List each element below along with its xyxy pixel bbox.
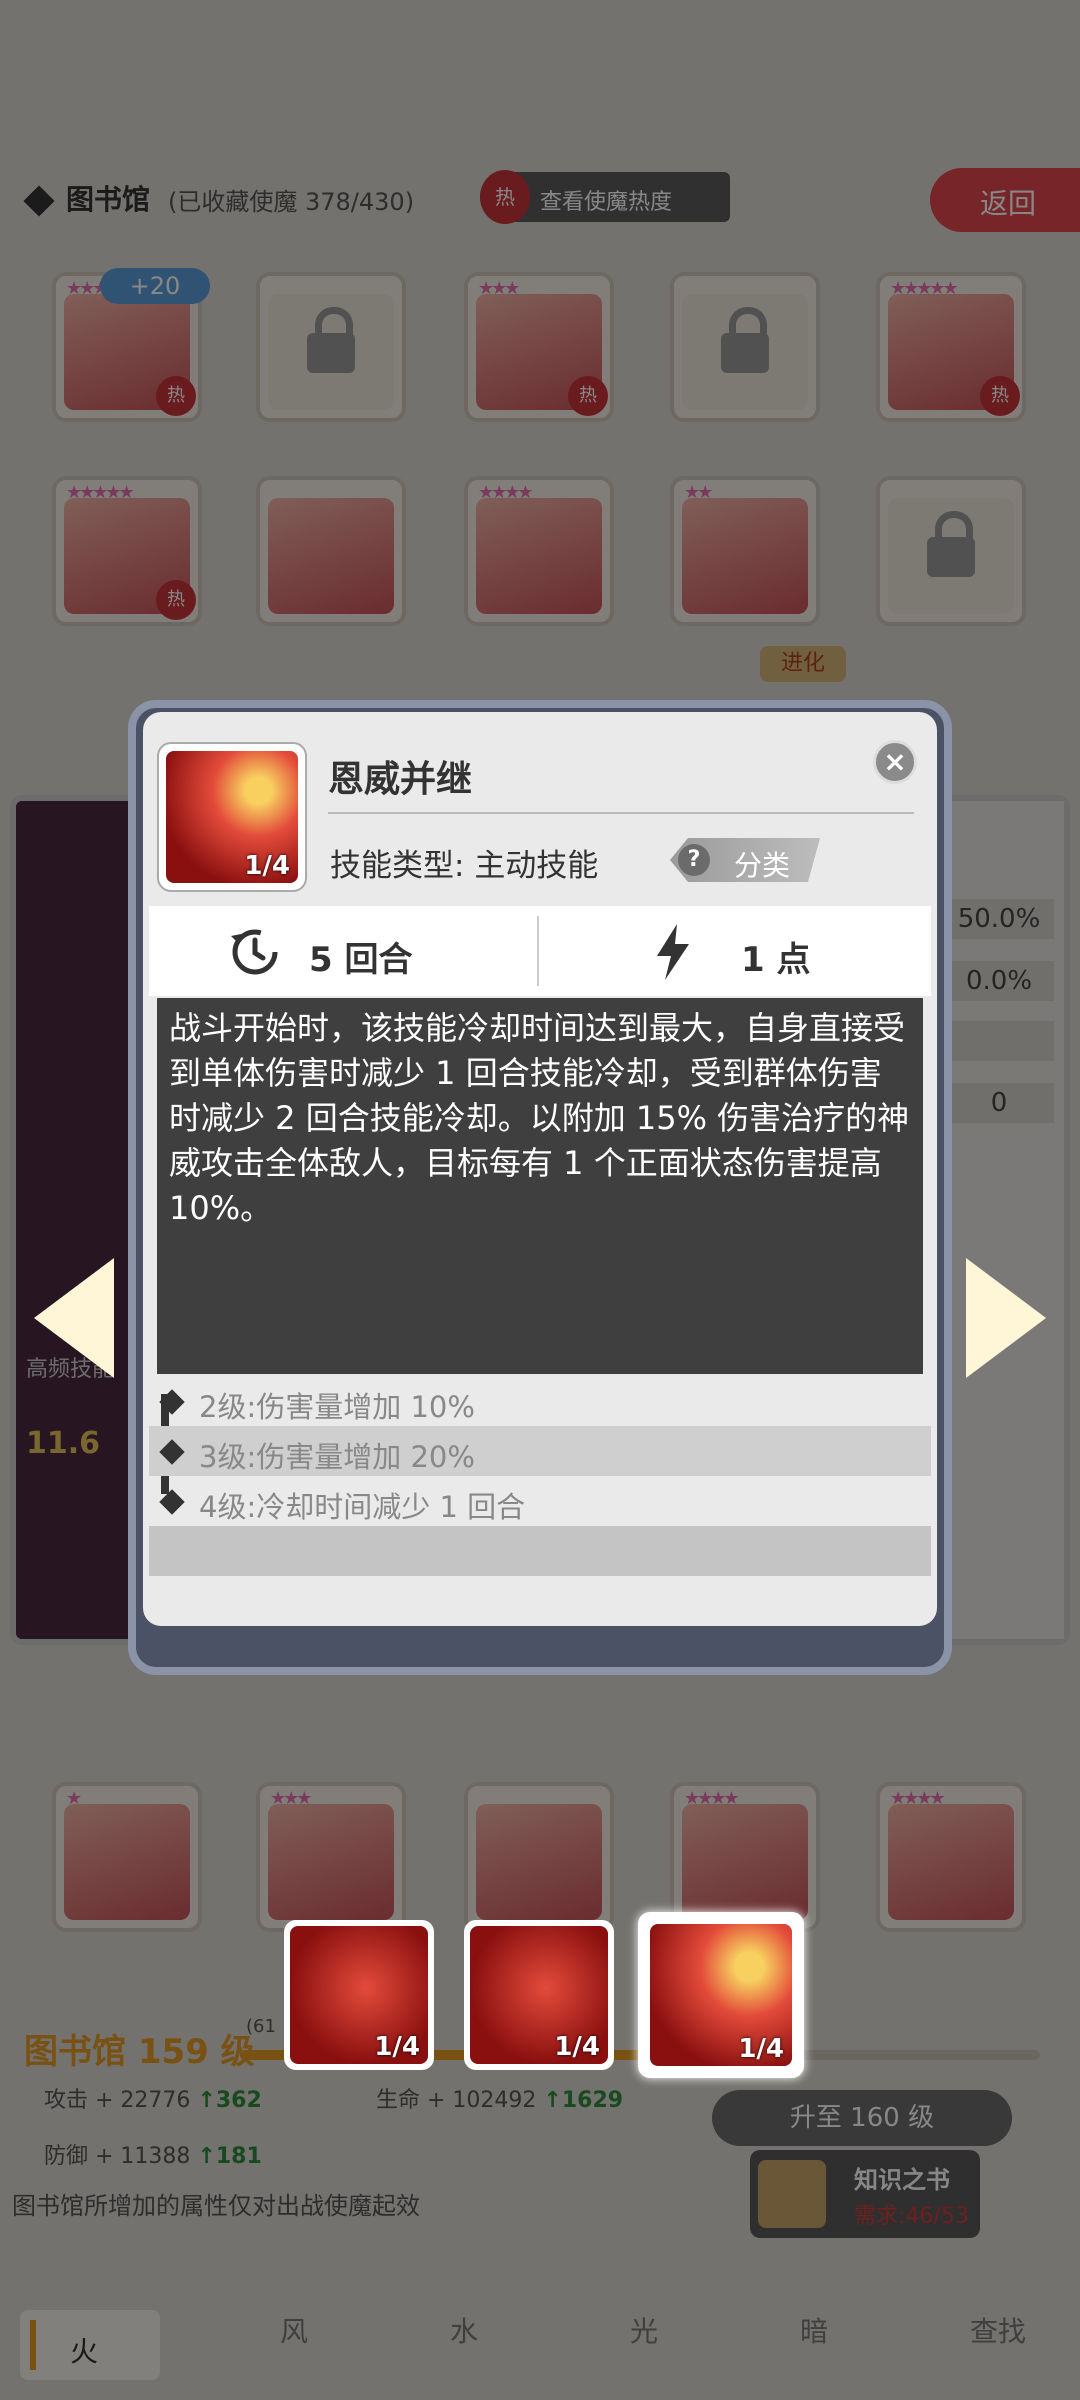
- level-row: 2级:伤害量增加 10%: [149, 1376, 931, 1426]
- skill-level: 1/4: [374, 2032, 420, 2062]
- help-icon: ?: [678, 844, 710, 876]
- clock-icon: [231, 929, 278, 975]
- divider: [537, 916, 539, 986]
- skill-level: 1/4: [244, 851, 290, 881]
- skill-modal: 1/4 恩威并继 × 技能类型: 主动技能 ? 分类 5 回合 1 点 战斗开始时…: [143, 712, 937, 1626]
- skill-selector: 1/4 1/4 1/4: [0, 1912, 1080, 2080]
- skill-type: 技能类型: 主动技能: [330, 840, 598, 885]
- skill-icon: 1/4: [470, 1926, 608, 2064]
- cooldown-cell: 5 回合: [149, 906, 539, 996]
- diamond-icon: [159, 1439, 185, 1465]
- level-row: 3级:伤害量增加 20%: [149, 1426, 931, 1476]
- skill-slot[interactable]: 1/4: [284, 1920, 434, 2070]
- next-arrow-icon[interactable]: [966, 1258, 1046, 1378]
- skill-icon: 1/4: [290, 1926, 428, 2064]
- skill-icon-large: 1/4: [157, 742, 307, 892]
- skill-name: 恩威并继: [328, 759, 473, 800]
- level-upgrades: 2级:伤害量增加 10% 3级:伤害量增加 20% 4级:冷却时间减少 1 回合: [149, 1376, 931, 1526]
- skill-level: 1/4: [554, 2032, 600, 2062]
- cost-value: 1 点: [741, 940, 811, 980]
- skill-slot[interactable]: 1/4: [464, 1920, 614, 2070]
- skill-type-value: 主动技能: [474, 848, 599, 884]
- category-button[interactable]: ? 分类: [670, 838, 820, 882]
- cost-cell: 1 点: [541, 906, 931, 996]
- skill-stats-row: 5 回合 1 点: [149, 906, 931, 996]
- skill-description: 战斗开始时，该技能冷却时间达到最大，自身直接受到单体伤害时减少 1 回合技能冷却…: [157, 998, 923, 1374]
- skill-type-label: 技能类型:: [330, 848, 465, 884]
- level-label: 2级:: [199, 1390, 257, 1424]
- previous-arrow-icon[interactable]: [34, 1258, 114, 1378]
- cooldown-value: 5 回合: [309, 940, 413, 980]
- diamond-icon: [159, 1389, 185, 1415]
- lightning-icon: [657, 924, 689, 980]
- diamond-icon: [159, 1489, 185, 1515]
- level-text: 伤害量增加 20%: [256, 1440, 475, 1474]
- close-button[interactable]: ×: [873, 740, 917, 784]
- skill-art: 1/4: [166, 751, 298, 883]
- level-text: 伤害量增加 10%: [256, 1390, 475, 1424]
- level-text: 冷却时间减少 1 回合: [256, 1490, 526, 1524]
- divider: [328, 812, 914, 814]
- level-label: 4级:: [199, 1490, 257, 1524]
- category-label: 分类: [734, 849, 791, 882]
- level-row: 4级:冷却时间减少 1 回合: [149, 1476, 931, 1526]
- level-label: 3级:: [199, 1440, 257, 1474]
- empty-row: [149, 1526, 931, 1576]
- skill-icon: 1/4: [650, 1924, 792, 2066]
- skill-level: 1/4: [738, 2034, 784, 2064]
- skill-slot-active[interactable]: 1/4: [638, 1912, 804, 2078]
